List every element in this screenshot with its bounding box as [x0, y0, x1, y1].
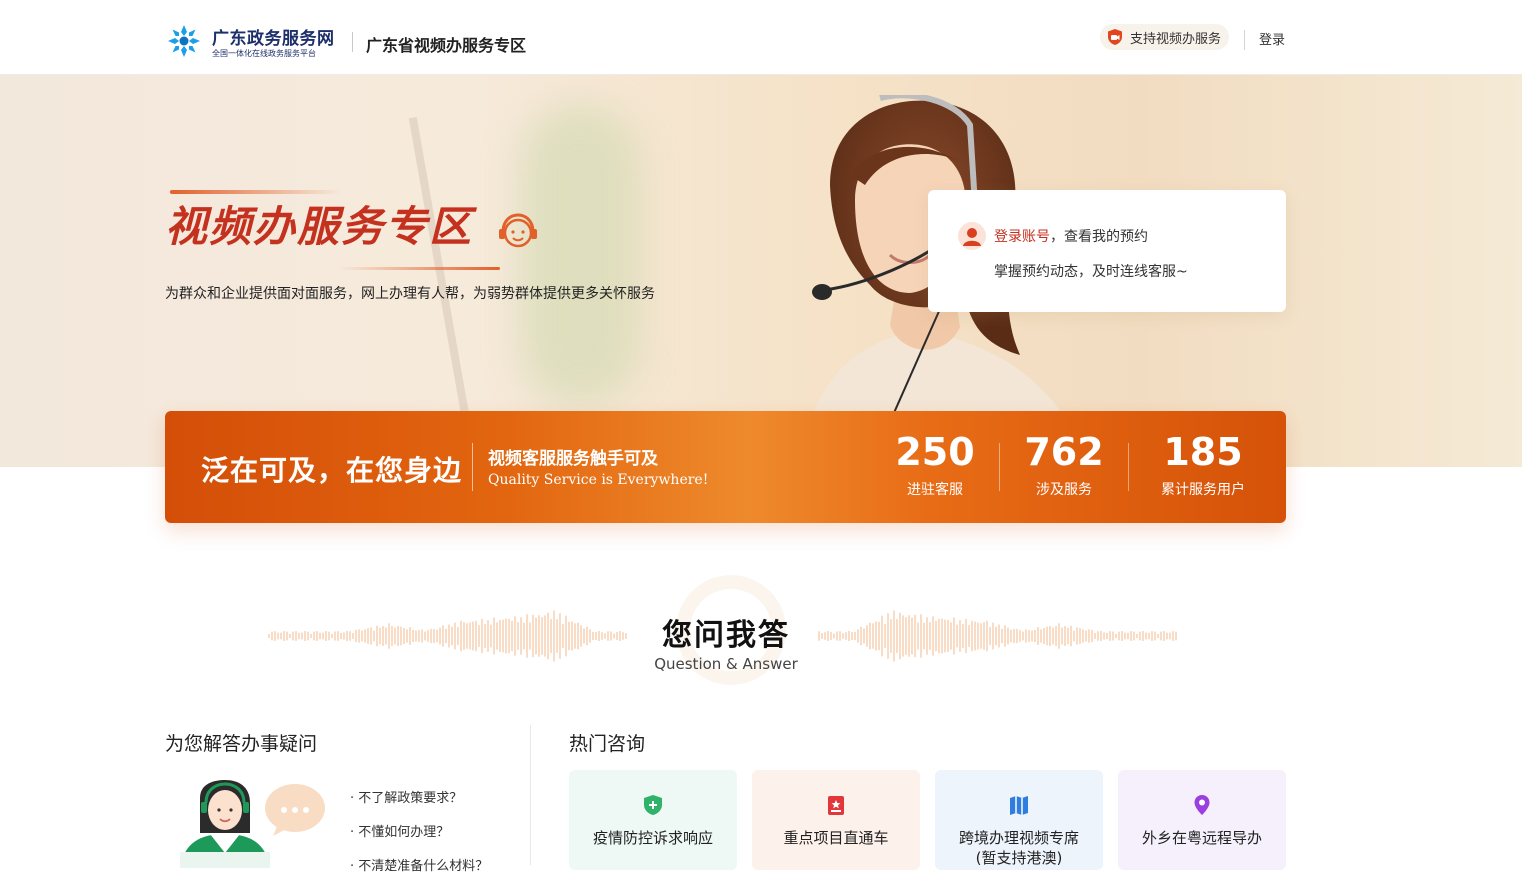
qa-subtitle: Question & Answer — [654, 655, 798, 673]
banner-subtitle-en: Quality Service is Everywhere! — [488, 472, 709, 488]
login-prompt-card: 登录账号，查看我的预约 掌握预约动态，及时连线客服~ — [928, 190, 1286, 312]
banner-divider — [472, 443, 473, 491]
site-header: 广东政务服务网 全国一体化在线政务服务平台 广东省视频办服务专区 支持视频办服务… — [0, 0, 1522, 75]
hero-title: 视频办服务专区 — [165, 202, 474, 251]
stat-separator — [1128, 443, 1129, 491]
stat-value: 185 — [1163, 430, 1243, 474]
stat-value: 762 — [1024, 430, 1104, 474]
login-prompt-line2: 掌握预约动态，及时连线客服~ — [994, 264, 1188, 280]
hot-card-epidemic[interactable]: 疫情防控诉求响应 — [569, 770, 737, 870]
banner-slogan: 泛在可及，在您身边 — [201, 454, 463, 487]
banner-subtitle-cn: 视频客服服务触手可及 — [488, 449, 658, 469]
snowflake-logo-icon[interactable] — [166, 23, 202, 59]
background-plant-blur — [520, 105, 640, 405]
view-appointment-text: ，查看我的预约 — [1050, 229, 1148, 245]
hot-card-label: 外乡在粤远程导办 — [1141, 829, 1262, 847]
hero-title-wrap: 视频办服务专区 — [165, 193, 473, 254]
login-prompt-line1: 登录账号，查看我的预约 — [994, 226, 1148, 246]
user-avatar-icon — [958, 222, 986, 250]
video-shield-icon — [1108, 29, 1122, 45]
hot-consult-title: 热门咨询 — [569, 733, 646, 755]
video-service-badge[interactable]: 支持视频办服务 — [1100, 24, 1230, 50]
stat-value: 250 — [895, 430, 975, 474]
hot-card-label: 跨境办理视频专席 (暂支持港澳) — [958, 829, 1079, 867]
stats-banner: 泛在可及，在您身边 视频客服服务触手可及 Quality Service is … — [165, 411, 1286, 523]
site-name[interactable]: 广东政务服务网 — [212, 24, 335, 49]
agent-illustration — [180, 780, 325, 868]
site-tagline: 全国一体化在线政务服务平台 — [212, 49, 316, 58]
stat-label: 累计服务用户 — [1161, 482, 1245, 498]
location-pin-icon — [1194, 795, 1210, 815]
zone-title: 广东省视频办服务专区 — [366, 36, 527, 55]
bookmark-star-icon — [828, 796, 844, 815]
header-separator — [1244, 30, 1245, 50]
hot-card-label: 疫情防控诉求响应 — [592, 829, 713, 847]
qa-title: 您问我答 — [662, 618, 790, 653]
stat-services: 762 涉及服务 — [999, 429, 1129, 499]
hot-card-key-projects[interactable]: 重点项目直通车 — [752, 770, 920, 870]
headset-agent-icon — [499, 213, 537, 248]
title-swoosh-bottom — [340, 267, 500, 270]
column-divider — [530, 725, 531, 865]
stat-users: 185 累计服务用户 — [1138, 429, 1268, 499]
stat-label: 涉及服务 — [1036, 482, 1092, 498]
faq-question-howto[interactable]: · 不懂如何办理？ — [350, 821, 449, 840]
faq-question-materials[interactable]: · 不清楚准备什么材料？ — [350, 855, 488, 874]
faq-section-title: 为您解答办事疑问 — [165, 733, 318, 755]
login-link[interactable]: 登录 — [1259, 29, 1285, 48]
header-divider — [352, 32, 353, 52]
shield-plus-icon — [644, 795, 662, 815]
faq-question-policy[interactable]: · 不了解政策要求？ — [350, 787, 462, 806]
folded-map-icon — [1010, 796, 1028, 815]
login-account-link[interactable]: 登录账号 — [994, 229, 1050, 245]
hero-banner: 视频办服务专区 为群众和企业提供面对面服务，网上办理有人帮，为弱势群体提供更多关… — [0, 75, 1522, 467]
stat-agents: 250 进驻客服 — [870, 429, 1000, 499]
hot-card-cross-border[interactable]: 跨境办理视频专席 (暂支持港澳) — [935, 770, 1103, 870]
hot-card-remote-guide[interactable]: 外乡在粤远程导办 — [1118, 770, 1286, 870]
video-service-label: 支持视频办服务 — [1130, 31, 1222, 47]
hot-card-label: 重点项目直通车 — [783, 829, 889, 847]
hero-subtitle: 为群众和企业提供面对面服务，网上办理有人帮，为弱势群体提供更多关怀服务 — [165, 286, 655, 302]
stat-label: 进驻客服 — [907, 482, 963, 498]
